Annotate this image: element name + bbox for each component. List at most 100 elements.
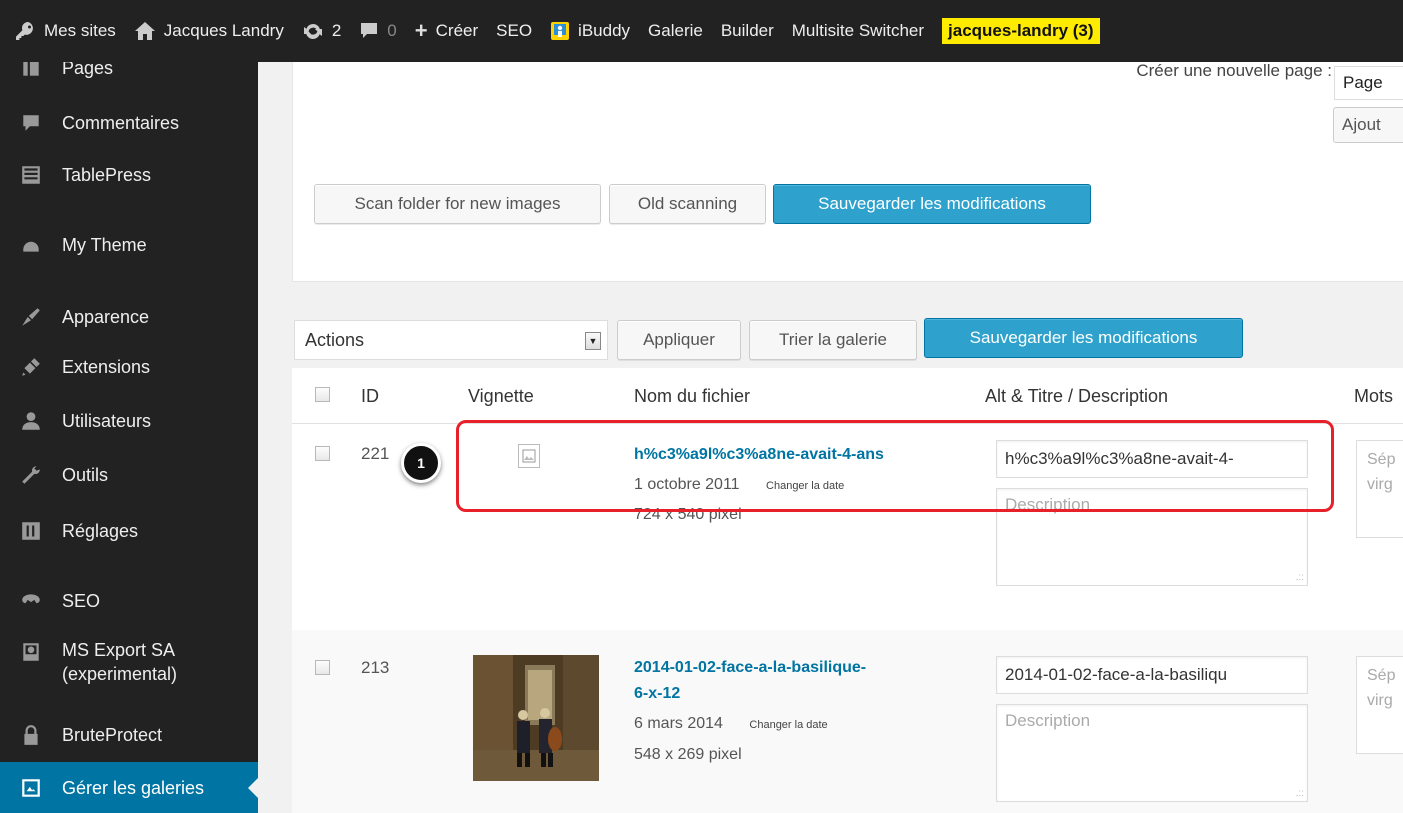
updates-link[interactable]: 2: [302, 0, 341, 62]
new-page-add-button[interactable]: Ajout: [1333, 107, 1403, 143]
comments-count: 0: [387, 21, 397, 40]
sidebar-item-bruteprotect[interactable]: BruteProtect: [0, 716, 258, 754]
seo-menu[interactable]: SEO: [496, 0, 532, 62]
create-menu[interactable]: + Créer: [415, 0, 478, 62]
sidebar-item-settings[interactable]: Réglages: [0, 512, 258, 550]
site-name-label: Jacques Landry: [163, 21, 284, 40]
description-textarea[interactable]: Description .::: [996, 704, 1308, 802]
sidebar-item-ms-export[interactable]: MS Export SA (experimental): [0, 638, 258, 694]
select-all-checkbox[interactable]: [315, 387, 330, 402]
sidebar-item-label: Extensions: [62, 356, 151, 377]
header-filename: Nom du fichier: [634, 386, 751, 406]
helmet-icon: [0, 234, 62, 256]
sidebar-item-tablepress[interactable]: TablePress: [0, 156, 258, 194]
sidebar-item-label-2: (experimental): [62, 664, 178, 684]
tags-placeholder-2: virg: [1367, 476, 1393, 493]
sort-gallery-button[interactable]: Trier la galerie: [749, 320, 917, 360]
plug-icon: [0, 356, 62, 378]
sidebar-item-label: Réglages: [62, 520, 139, 541]
row-filename-line-1: 2014-01-02-face-a-la-basilique-: [634, 659, 867, 676]
create-label: Créer: [435, 21, 479, 40]
sidebar-item-users[interactable]: Utilisateurs: [0, 402, 258, 440]
tags-textarea[interactable]: Sép virg: [1356, 440, 1403, 538]
sidebar-item-seo[interactable]: SEO: [0, 582, 258, 620]
header-id: ID: [361, 386, 379, 406]
new-page-select[interactable]: Page: [1334, 66, 1403, 100]
sidebar-item-label: Outils: [62, 464, 109, 485]
sidebar-item-label: Apparence: [62, 306, 150, 327]
my-sites-label: Mes sites: [44, 21, 116, 40]
tags-placeholder-2: virg: [1367, 692, 1393, 709]
admin-sidebar: Pages Commentaires TablePress My Theme A…: [0, 62, 258, 813]
refresh-icon: [302, 21, 324, 41]
builder-label: Builder: [720, 21, 774, 40]
resize-handle-icon[interactable]: .::: [1296, 788, 1304, 799]
header-tags: Mots: [1354, 386, 1394, 406]
row-date-value: 6 mars 2014: [634, 715, 723, 732]
gallery-menu[interactable]: Galerie: [648, 0, 703, 62]
my-sites-menu[interactable]: Mes sites: [14, 0, 116, 62]
active-indicator: [248, 778, 258, 798]
table-header: ID Vignette Nom du fichier Alt & Titre /…: [292, 368, 1403, 424]
comment-bubble-icon: [359, 21, 379, 41]
sidebar-item-extensions[interactable]: Extensions: [0, 348, 258, 386]
tags-placeholder-1: Sép: [1367, 667, 1396, 684]
alt-title-input[interactable]: 2014-01-02-face-a-la-basiliqu: [996, 656, 1308, 694]
bulk-actions-select[interactable]: Actions ▼: [294, 320, 608, 360]
row-checkbox[interactable]: [315, 660, 330, 675]
resize-handle-icon[interactable]: .::: [1296, 572, 1304, 583]
user-menu[interactable]: jacques-landry (3): [942, 0, 1100, 62]
updates-count: 2: [331, 21, 342, 40]
sidebar-item-label: Commentaires: [62, 112, 180, 133]
old-scanning-button[interactable]: Old scanning: [609, 184, 766, 224]
step-marker: 1: [401, 443, 441, 483]
row-id: 213: [361, 658, 390, 677]
change-date-link[interactable]: Changer la date: [749, 719, 827, 731]
table-icon: [0, 164, 62, 186]
sidebar-item-label: MS Export SA: [62, 640, 176, 660]
export-icon: [0, 638, 62, 663]
ibuddy-menu[interactable]: iBuddy: [550, 0, 630, 62]
site-name-menu[interactable]: Jacques Landry: [134, 0, 284, 62]
seo-icon: [0, 590, 62, 612]
home-icon: [134, 21, 156, 41]
builder-menu[interactable]: Builder: [721, 0, 774, 62]
gallery-label: Galerie: [648, 21, 703, 40]
sidebar-item-pages[interactable]: Pages: [0, 62, 258, 86]
seo-label: SEO: [496, 21, 533, 40]
comments-link[interactable]: 0: [359, 0, 397, 62]
sidebar-item-label: TablePress: [62, 164, 152, 185]
sidebar-item-tools[interactable]: Outils: [0, 456, 258, 494]
pages-icon: [0, 62, 62, 79]
description-placeholder: Description: [1005, 711, 1091, 730]
sidebar-item-label: Gérer les galeries: [62, 777, 205, 798]
save-changes-button-top[interactable]: Sauvegarder les modifications: [773, 184, 1091, 224]
header-alt-title: Alt & Titre / Description: [985, 386, 1169, 406]
sidebar-item-appearance[interactable]: Apparence: [0, 298, 258, 336]
save-changes-button-bulk[interactable]: Sauvegarder les modifications: [924, 318, 1243, 358]
ibuddy-label: iBuddy: [578, 21, 631, 40]
sidebar-item-label: SEO: [62, 590, 101, 611]
row-thumbnail-image[interactable]: [473, 655, 599, 781]
sidebar-item-label: My Theme: [62, 234, 147, 255]
row-checkbox[interactable]: [315, 446, 330, 461]
sidebar-item-comments[interactable]: Commentaires: [0, 104, 258, 142]
multisite-switcher-menu[interactable]: Multisite Switcher: [792, 0, 924, 62]
ibuddy-icon: [550, 21, 570, 41]
row-filename-link[interactable]: 2014-01-02-face-a-la-basilique- 6-x-12: [634, 655, 866, 707]
gallery-options-panel: [292, 62, 1403, 282]
admin-bar: Mes sites Jacques Landry 2 0 + Créer SEO…: [0, 0, 1403, 62]
sidebar-item-manage-galleries[interactable]: Gérer les galeries: [0, 762, 258, 813]
row-date: 6 mars 2014 Changer la date: [634, 715, 828, 733]
lock-icon: [0, 724, 62, 746]
apply-button[interactable]: Appliquer: [617, 320, 741, 360]
chevron-down-icon: ▼: [585, 332, 601, 350]
wrench-icon: [0, 464, 62, 486]
scan-folder-button[interactable]: Scan folder for new images: [314, 184, 601, 224]
sidebar-item-my-theme[interactable]: My Theme: [0, 226, 258, 264]
highlight-box: [456, 420, 1334, 512]
user-icon: [0, 410, 62, 432]
sidebar-item-label: Utilisateurs: [62, 410, 152, 431]
tags-textarea[interactable]: Sép virg: [1356, 656, 1403, 754]
comment-icon: [0, 112, 62, 134]
